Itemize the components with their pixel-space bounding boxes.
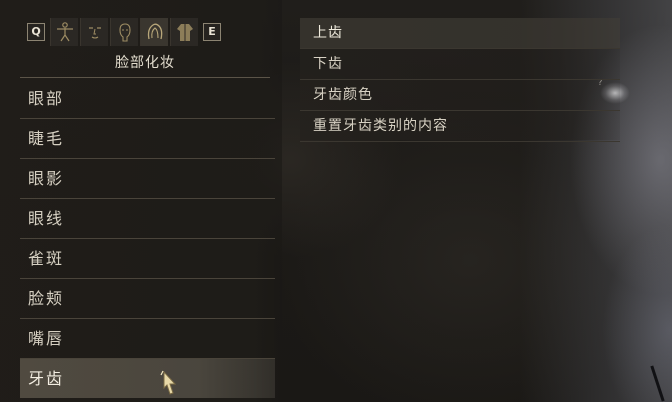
prev-tab-key-label: Q [27, 23, 45, 41]
category-list: 眼部 睫毛 眼影 眼线 雀斑 脸颊 嘴唇 牙齿 [20, 79, 275, 398]
panel-title: 脸部化妆 [115, 55, 175, 71]
character-creator-screen: ? Q [0, 0, 672, 402]
title-divider [20, 77, 270, 78]
category-item-label: 眼部 [28, 89, 65, 108]
category-item-label: 眼影 [28, 169, 65, 188]
pointer-cursor-icon [160, 370, 177, 395]
option-panel: 上齿 下齿 牙齿颜色 重置牙齿类别的内容 [300, 18, 620, 142]
option-upper-teeth[interactable]: 上齿 [300, 18, 620, 49]
prev-tab-key[interactable]: Q [24, 18, 48, 46]
category-item-teeth[interactable]: 牙齿 [20, 359, 275, 398]
option-label: 上齿 [313, 25, 343, 41]
tab-outfit[interactable] [170, 18, 198, 46]
category-item-cheeks[interactable]: 脸颊 [20, 279, 275, 319]
head-icon [118, 23, 131, 42]
category-item-label: 睫毛 [28, 129, 65, 148]
body-icon [56, 22, 73, 42]
category-item-label: 脸颊 [28, 289, 65, 308]
category-item-lips[interactable]: 嘴唇 [20, 319, 275, 359]
next-tab-key-label: E [203, 23, 221, 41]
category-item-eyelashes[interactable]: 睫毛 [20, 119, 275, 159]
category-item-label: 嘴唇 [28, 329, 65, 348]
tab-body[interactable] [50, 18, 78, 46]
option-lower-teeth[interactable]: 下齿 [300, 49, 620, 80]
category-item-eyeliner[interactable]: 眼线 [20, 199, 275, 239]
category-item-label: 眼线 [28, 209, 65, 228]
tab-bar: Q E [24, 18, 224, 46]
category-item-eyes[interactable]: 眼部 [20, 79, 275, 119]
category-item-freckles[interactable]: 雀斑 [20, 239, 275, 279]
hair-icon [147, 23, 162, 40]
outfit-icon [176, 24, 193, 41]
option-label: 牙齿颜色 [313, 87, 373, 103]
option-list: 上齿 下齿 牙齿颜色 重置牙齿类别的内容 [300, 18, 620, 142]
category-panel: Q E 脸部化妆 眼部 睫毛 眼影 眼线 雀斑 脸颊 嘴唇 牙齿 [0, 0, 282, 402]
tab-hair[interactable] [140, 18, 168, 46]
category-item-label: 雀斑 [28, 249, 65, 268]
next-tab-key[interactable]: E [200, 18, 224, 46]
category-item-eyeshadow[interactable]: 眼影 [20, 159, 275, 199]
tab-face[interactable] [80, 18, 108, 46]
option-label: 重置牙齿类别的内容 [313, 118, 448, 134]
option-reset-teeth[interactable]: 重置牙齿类别的内容 [300, 111, 620, 142]
category-item-label: 牙齿 [28, 369, 65, 388]
face-icon [88, 27, 101, 39]
option-label: 下齿 [313, 56, 343, 72]
tab-head[interactable] [110, 18, 138, 46]
option-teeth-color[interactable]: 牙齿颜色 [300, 80, 620, 111]
